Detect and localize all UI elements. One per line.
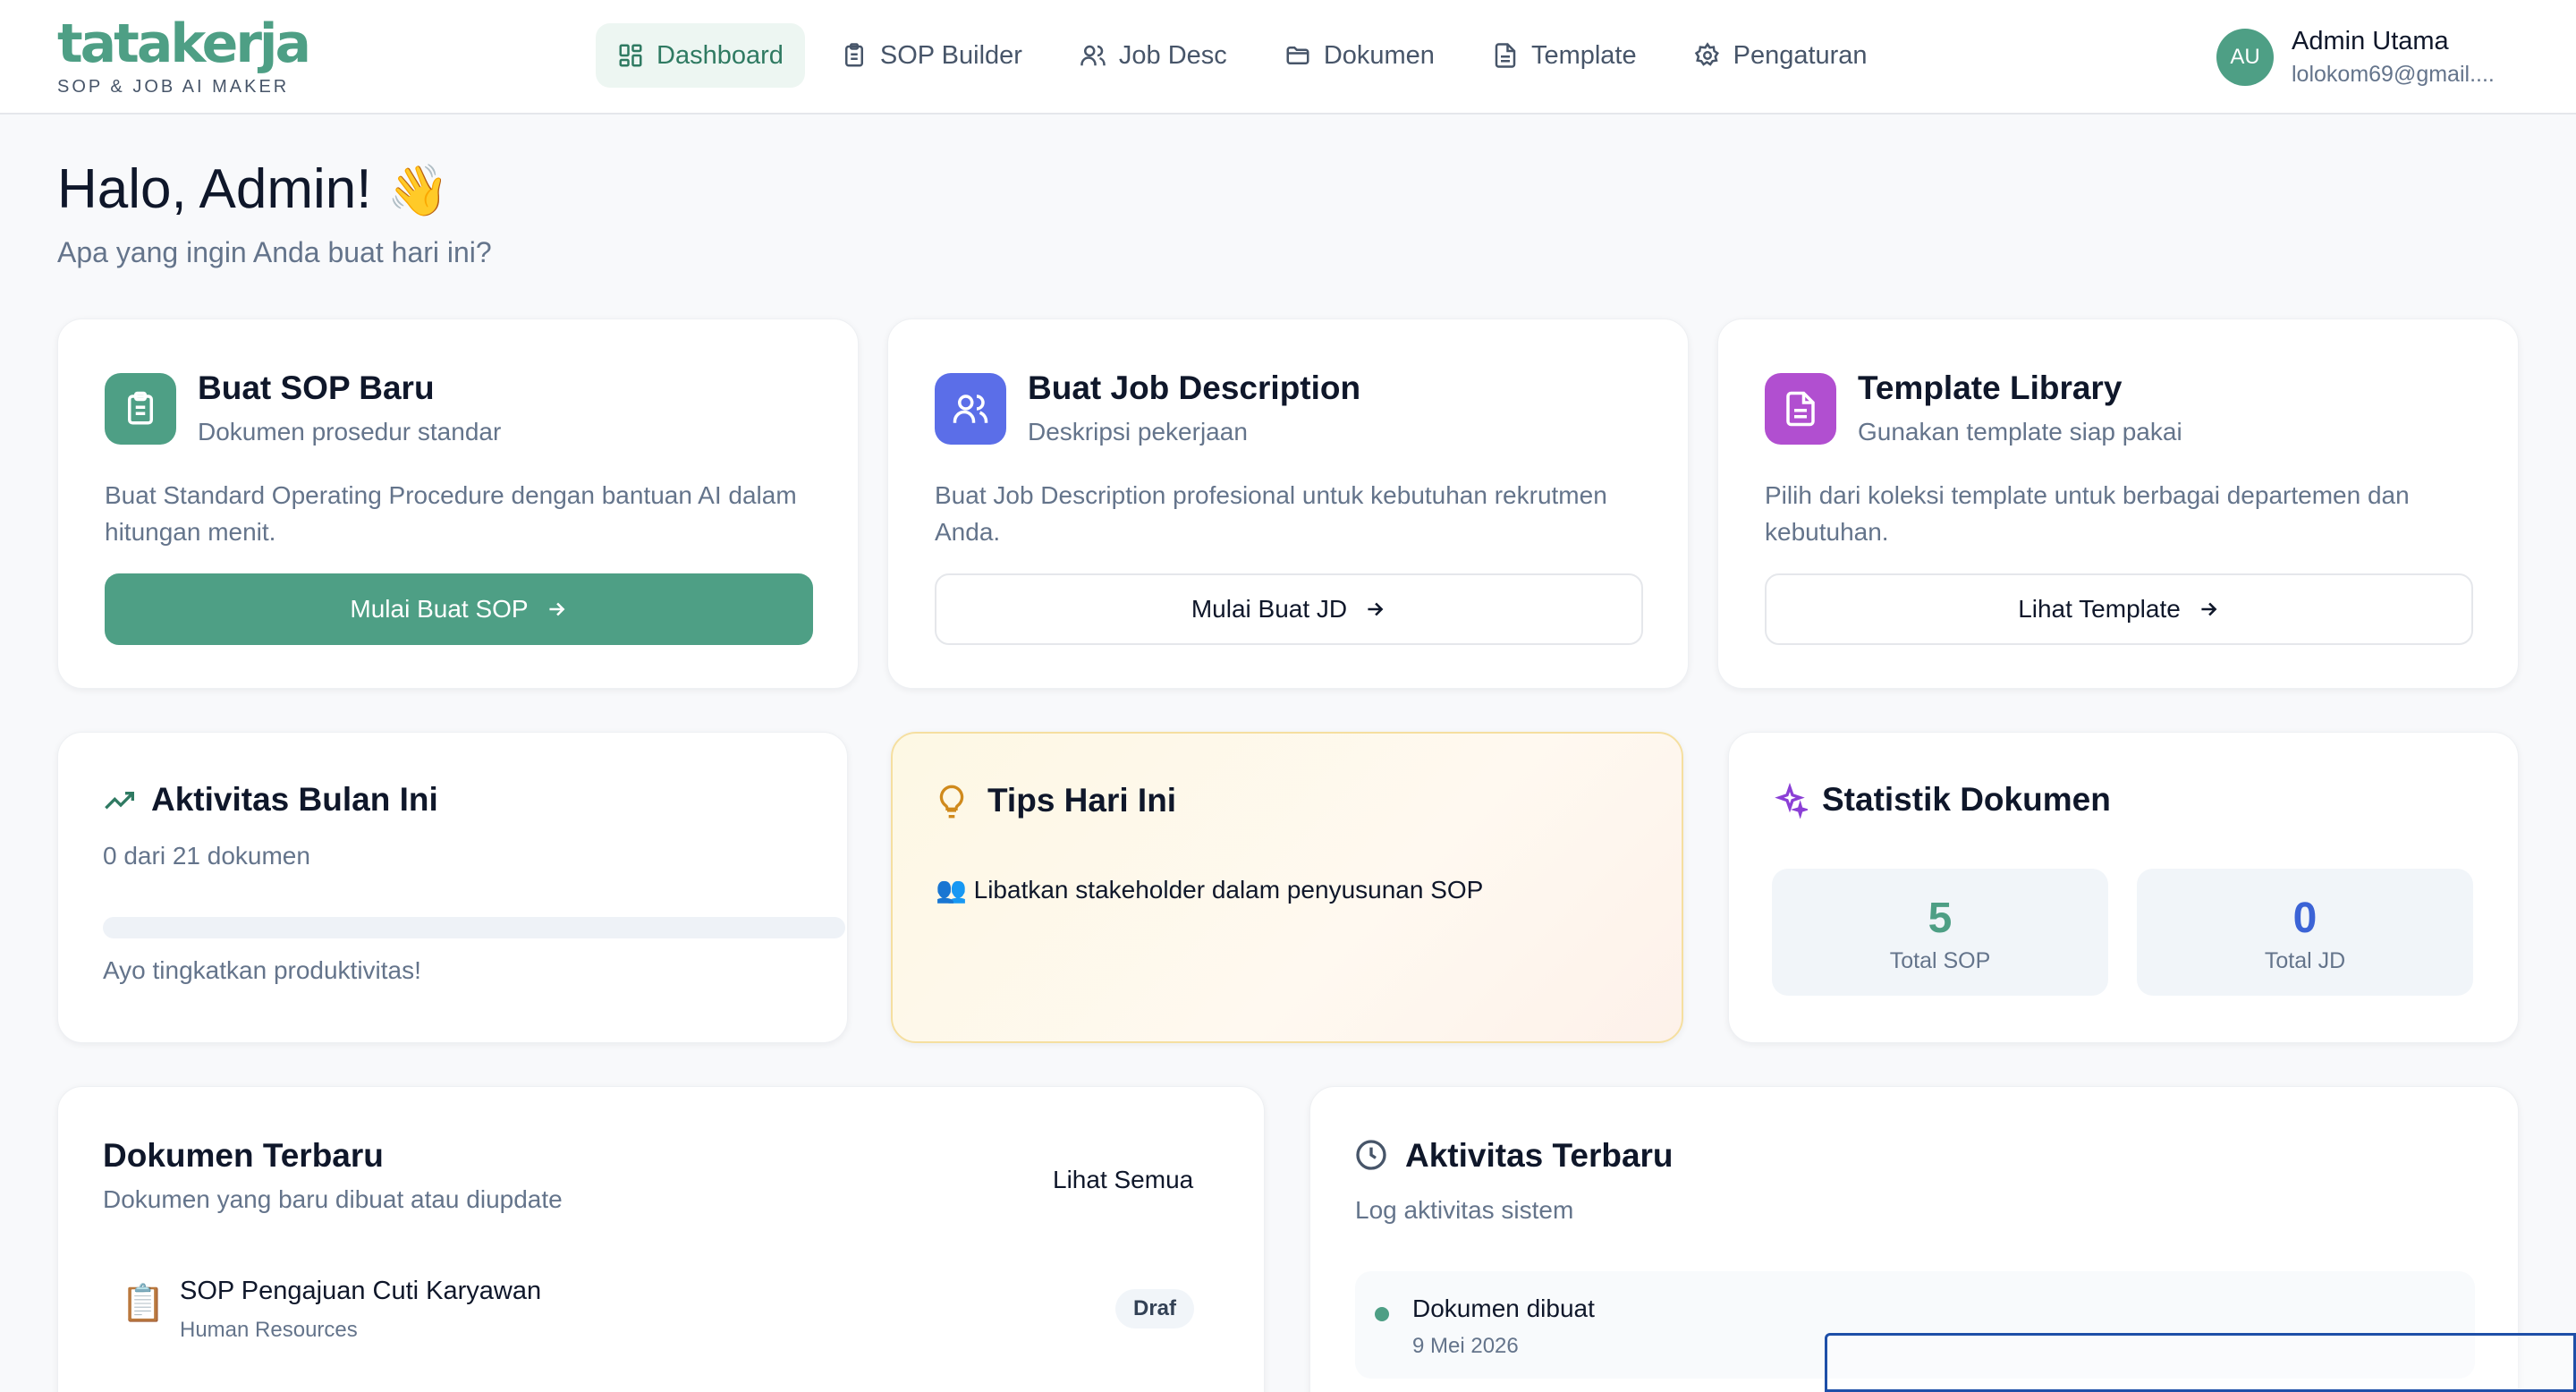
nav-item-sop-builder[interactable]: SOP Builder [819, 23, 1044, 88]
view-all-link[interactable]: Lihat Semua [1053, 1166, 1193, 1194]
card-subtitle: Dokumen prosedur standar [198, 418, 502, 446]
recent-documents-card: Dokumen Terbaru Dokumen yang baru dibuat… [57, 1086, 1265, 1392]
quick-action-card-sop: Buat SOP Baru Dokumen prosedur standar B… [57, 318, 859, 689]
brand-logo[interactable]: tatakerja SOP & JOB AI MAKER [57, 13, 311, 98]
document-department: Human Resources [180, 1318, 358, 1342]
card-description: Pilih dari koleksi template untuk berbag… [1765, 481, 2410, 546]
top-navigation-bar: tatakerja SOP & JOB AI MAKER Dashboard S… [0, 0, 2576, 115]
waving-hand-icon: 👋 [386, 162, 450, 218]
nav-label: SOP Builder [879, 40, 1022, 70]
activity-dot [1375, 1307, 1389, 1321]
button-label: Lihat Template [2018, 595, 2181, 623]
stat-total-jd: 0 Total JD [2137, 869, 2473, 996]
status-badge: Draf [1115, 1289, 1195, 1328]
nav-label: Dokumen [1323, 40, 1435, 70]
activity-date: 9 Mei 2026 [1412, 1334, 1519, 1358]
tips-card: Tips Hari Ini 👥 Libatkan stakeholder dal… [891, 732, 1683, 1043]
user-menu[interactable]: AU Admin Utama lolokom69@gmail.... [2216, 27, 2495, 88]
brand-name: tatakerja [57, 13, 311, 75]
avatar: AU [2216, 29, 2274, 86]
gear-icon [1694, 42, 1719, 66]
nav-label: Job Desc [1118, 40, 1227, 70]
user-name: Admin Utama [2292, 27, 2449, 55]
clipboard-icon [105, 373, 176, 445]
page-title: Halo, Admin! 👋 [57, 157, 449, 221]
card-subtitle: Gunakan template siap pakai [1858, 418, 2182, 446]
layout-grid-icon [619, 44, 642, 67]
quick-action-card-jd: Buat Job Description Deskripsi pekerjaan… [887, 318, 1689, 689]
card-description: Buat Standard Operating Procedure dengan… [105, 481, 797, 546]
folder-icon [1286, 47, 1309, 64]
start-sop-button[interactable]: Mulai Buat SOP [105, 573, 813, 645]
sparkles-icon [1772, 782, 1810, 823]
nav-item-pengaturan[interactable]: Pengaturan [1673, 23, 1889, 88]
card-title: Aktivitas Bulan Ini [151, 781, 438, 818]
nav-label: Dashboard [657, 40, 784, 70]
card-subtitle: Deskripsi pekerjaan [1028, 418, 1248, 446]
trending-up-icon [103, 783, 139, 823]
card-title: Tips Hari Ini [987, 782, 1177, 819]
nav-label: Template [1530, 40, 1637, 70]
card-title: Template Library [1858, 369, 2123, 406]
clipboard-icon [844, 43, 863, 67]
brand-tagline: SOP & JOB AI MAKER [57, 77, 290, 97]
card-title: Statistik Dokumen [1822, 781, 2111, 818]
card-subtitle: Log aktivitas sistem [1355, 1196, 1574, 1224]
monthly-activity-card: Aktivitas Bulan Ini 0 dari 21 dokumen Ay… [57, 732, 848, 1043]
nav-item-dokumen[interactable]: Dokumen [1263, 23, 1456, 88]
stat-value: 0 [2292, 895, 2318, 942]
stat-total-sop: 5 Total SOP [1772, 869, 2108, 996]
nav-label: Pengaturan [1733, 40, 1868, 70]
activity-title: Dokumen dibuat [1412, 1294, 1595, 1322]
user-info: Admin Utama lolokom69@gmail.... [2292, 27, 2495, 88]
page-subtitle: Apa yang ingin Anda buat hari ini? [57, 236, 492, 268]
lightbulb-icon [934, 784, 970, 824]
greeting-text: Halo, Admin! [57, 158, 372, 220]
arrow-right-icon [1368, 602, 1384, 616]
arrow-right-icon [549, 602, 565, 616]
motivation-text: Ayo tingkatkan produktivitas! [103, 956, 421, 984]
activity-count: 0 dari 21 dokumen [103, 842, 310, 870]
start-jd-button[interactable]: Mulai Buat JD [935, 573, 1643, 645]
stat-label: Total SOP [1889, 948, 1991, 973]
clock-icon [1353, 1137, 1389, 1177]
nav-item-job-desc[interactable]: Job Desc [1058, 23, 1249, 88]
user-email: lolokom69@gmail.... [2292, 62, 2495, 87]
nav-item-template[interactable]: Template [1470, 23, 1658, 88]
card-title: Buat SOP Baru [198, 369, 435, 406]
file-text-icon [1765, 373, 1836, 445]
users-icon [1080, 45, 1106, 66]
button-label: Mulai Buat SOP [350, 595, 529, 623]
stat-label: Total JD [2264, 948, 2346, 973]
main-nav: Dashboard SOP Builder Job Desc Dokumen T… [596, 23, 1889, 88]
card-description: Buat Job Description profesional untuk k… [935, 481, 1607, 546]
quick-action-card-template: Template Library Gunakan template siap p… [1717, 318, 2519, 689]
document-stats-card: Statistik Dokumen 5 Total SOP 0 Total JD [1728, 732, 2519, 1043]
card-title: Dokumen Terbaru [103, 1137, 384, 1174]
users-icon [935, 373, 1006, 445]
floating-selection-box [1825, 1333, 2576, 1392]
button-label: Mulai Buat JD [1191, 595, 1348, 623]
activity-progress-bar [103, 917, 845, 938]
file-text-icon [1495, 43, 1516, 68]
nav-item-dashboard[interactable]: Dashboard [596, 23, 805, 88]
arrow-right-icon [2201, 602, 2217, 616]
list-item[interactable]: 📋 SOP Pengajuan Cuti Karyawan Human Reso… [121, 1275, 1212, 1346]
tip-text: 👥 Libatkan stakeholder dalam penyusunan … [936, 876, 1484, 904]
card-subtitle: Dokumen yang baru dibuat atau diupdate [103, 1185, 563, 1213]
document-icon: 📋 [121, 1284, 165, 1323]
document-title: SOP Pengajuan Cuti Karyawan [180, 1277, 542, 1305]
stat-value: 5 [1928, 895, 1953, 942]
view-template-button[interactable]: Lihat Template [1765, 573, 2473, 645]
card-title: Aktivitas Terbaru [1405, 1137, 1674, 1174]
card-title: Buat Job Description [1028, 369, 1361, 406]
